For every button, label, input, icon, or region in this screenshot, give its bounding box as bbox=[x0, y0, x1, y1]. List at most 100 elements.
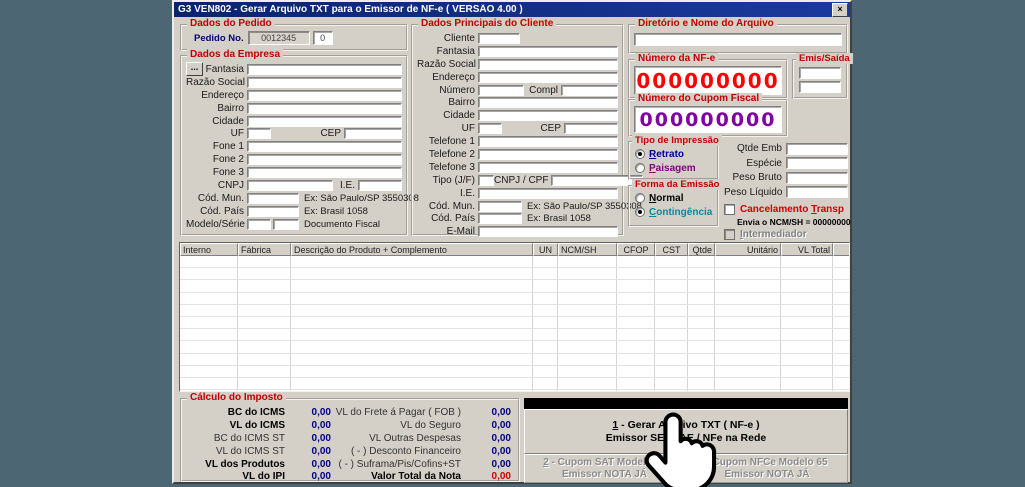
peso-bruto-input[interactable] bbox=[786, 172, 848, 184]
pedido-digit-field[interactable]: 0 bbox=[313, 31, 333, 45]
empresa-modelo-input[interactable] bbox=[247, 219, 271, 230]
empresa-serie-input[interactable] bbox=[273, 219, 299, 230]
nfe-number-field[interactable]: 000000000 bbox=[634, 66, 782, 95]
cliente-compl-input[interactable] bbox=[561, 85, 618, 96]
empresa-codmun-input[interactable] bbox=[247, 193, 299, 204]
empresa-razao-input[interactable] bbox=[247, 77, 402, 88]
table-row[interactable] bbox=[180, 366, 849, 378]
cliente-endereco-input[interactable] bbox=[478, 72, 618, 83]
cliente-tel3-input[interactable] bbox=[478, 162, 618, 173]
col-header-un[interactable]: UN bbox=[533, 243, 558, 256]
browse-button[interactable]: ... bbox=[186, 62, 203, 76]
col-header-qtde[interactable]: Qtde bbox=[688, 243, 715, 256]
radio-contingencia-dot[interactable] bbox=[635, 207, 645, 217]
radio-contingencia[interactable]: Contingência bbox=[630, 205, 717, 219]
table-row[interactable] bbox=[180, 341, 849, 353]
empresa-uf-input[interactable] bbox=[247, 128, 271, 139]
table-cell bbox=[715, 256, 781, 267]
cliente-numero-input[interactable] bbox=[478, 85, 524, 96]
empresa-cnpj-input[interactable] bbox=[247, 180, 333, 191]
cliente-cidade-input[interactable] bbox=[478, 110, 618, 121]
table-cell bbox=[180, 317, 238, 328]
empresa-codpais-input[interactable] bbox=[247, 206, 299, 217]
cliente-uf-input[interactable] bbox=[478, 123, 502, 134]
radio-retrato[interactable]: Retrato bbox=[630, 147, 717, 161]
arquivo-path-input[interactable] bbox=[634, 33, 842, 46]
radio-paisagem[interactable]: Paisagem bbox=[630, 161, 717, 175]
cliente-codigo-input[interactable] bbox=[478, 33, 520, 44]
table-row[interactable] bbox=[180, 280, 849, 292]
cliente-cep-input[interactable] bbox=[564, 123, 618, 134]
radio-paisagem-dot[interactable] bbox=[635, 163, 645, 173]
table-row[interactable] bbox=[180, 317, 849, 329]
pedido-no-label: Pedido No. bbox=[194, 33, 244, 44]
cliente-tel2-input[interactable] bbox=[478, 149, 618, 160]
cupom-number-field[interactable]: 000000000 bbox=[634, 106, 782, 133]
table-row[interactable] bbox=[180, 305, 849, 317]
table-row[interactable] bbox=[180, 329, 849, 341]
table-cell bbox=[291, 378, 533, 389]
table-cell bbox=[715, 305, 781, 316]
col-header-fabrica[interactable]: Fábrica bbox=[238, 243, 291, 256]
table-cell bbox=[533, 280, 558, 291]
cancelamento-checkbox-box[interactable] bbox=[724, 204, 735, 215]
group-title-cupom: Número do Cupom Fiscal bbox=[635, 93, 762, 104]
cliente-email-input[interactable] bbox=[478, 226, 618, 237]
table-cell bbox=[533, 329, 558, 340]
especie-input[interactable] bbox=[786, 157, 848, 169]
empresa-fone1-input[interactable] bbox=[247, 141, 402, 152]
col-header-cfop[interactable]: CFOP bbox=[617, 243, 655, 256]
cliente-bairro-input[interactable] bbox=[478, 97, 618, 108]
qtde-emb-input[interactable] bbox=[786, 143, 848, 155]
gerar-txt-button[interactable]: 1 - Gerar Arquivo TXT ( NF-e ) Emissor S… bbox=[524, 409, 848, 454]
radio-retrato-dot[interactable] bbox=[635, 149, 645, 159]
empresa-cidade-input[interactable] bbox=[247, 116, 402, 127]
medidas-panel: Qtde Emb Espécie Peso Bruto Peso Líquido bbox=[724, 142, 848, 200]
empresa-ie-input[interactable] bbox=[358, 180, 402, 191]
cliente-razao-input[interactable] bbox=[478, 59, 618, 70]
col-header-cst[interactable]: CST bbox=[655, 243, 688, 256]
table-cell bbox=[655, 280, 688, 291]
table-row[interactable] bbox=[180, 378, 849, 390]
checkbox-cancelamento[interactable]: Cancelamento Transp bbox=[724, 204, 844, 215]
empresa-fone3-input[interactable] bbox=[247, 167, 402, 178]
radio-normal[interactable]: Normal bbox=[630, 191, 717, 205]
pedido-number-field[interactable]: 0012345 bbox=[248, 31, 310, 45]
table-cell bbox=[180, 280, 238, 291]
table-cell bbox=[558, 354, 617, 365]
empresa-bairro-input[interactable] bbox=[247, 103, 402, 114]
table-row[interactable] bbox=[180, 354, 849, 366]
emis-input[interactable] bbox=[799, 67, 841, 79]
cliente-fantasia-input[interactable] bbox=[478, 46, 618, 57]
table-cell bbox=[238, 268, 291, 279]
table-row[interactable] bbox=[180, 256, 849, 268]
empresa-fone2-input[interactable] bbox=[247, 154, 402, 165]
close-icon[interactable]: × bbox=[832, 3, 848, 17]
cliente-codmun-input[interactable] bbox=[478, 201, 522, 212]
table-cell-filler bbox=[833, 293, 849, 304]
table-cell bbox=[291, 317, 533, 328]
col-header-unitario[interactable]: Unitário bbox=[715, 243, 781, 256]
empresa-endereco-input[interactable] bbox=[247, 90, 402, 101]
radio-normal-dot[interactable] bbox=[635, 193, 645, 203]
saida-input[interactable] bbox=[799, 81, 841, 93]
col-header-interno[interactable]: Interno bbox=[180, 243, 238, 256]
peso-liquido-input[interactable] bbox=[786, 186, 848, 198]
cliente-ie-input[interactable] bbox=[478, 188, 618, 199]
empresa-cep-input[interactable] bbox=[344, 128, 402, 139]
table-row[interactable] bbox=[180, 268, 849, 280]
cliente-razao-label: Razão Social bbox=[417, 59, 478, 70]
cliente-codpais-input[interactable] bbox=[478, 213, 522, 224]
cliente-tel1-input[interactable] bbox=[478, 136, 618, 147]
table-cell bbox=[781, 256, 833, 267]
empresa-fantasia-input[interactable] bbox=[247, 64, 402, 75]
cliente-tipo-input[interactable] bbox=[478, 175, 494, 186]
col-header-descricao[interactable]: Descrição do Produto + Complemento bbox=[291, 243, 533, 256]
col-header-ncm[interactable]: NCM/SH bbox=[558, 243, 617, 256]
table-cell bbox=[688, 317, 715, 328]
table-cell bbox=[688, 256, 715, 267]
table-cell bbox=[617, 280, 655, 291]
title-bar[interactable]: G3 VEN802 - Gerar Arquivo TXT para o Emi… bbox=[174, 2, 850, 17]
col-header-vltotal[interactable]: VL Total bbox=[781, 243, 833, 256]
table-row[interactable] bbox=[180, 293, 849, 305]
